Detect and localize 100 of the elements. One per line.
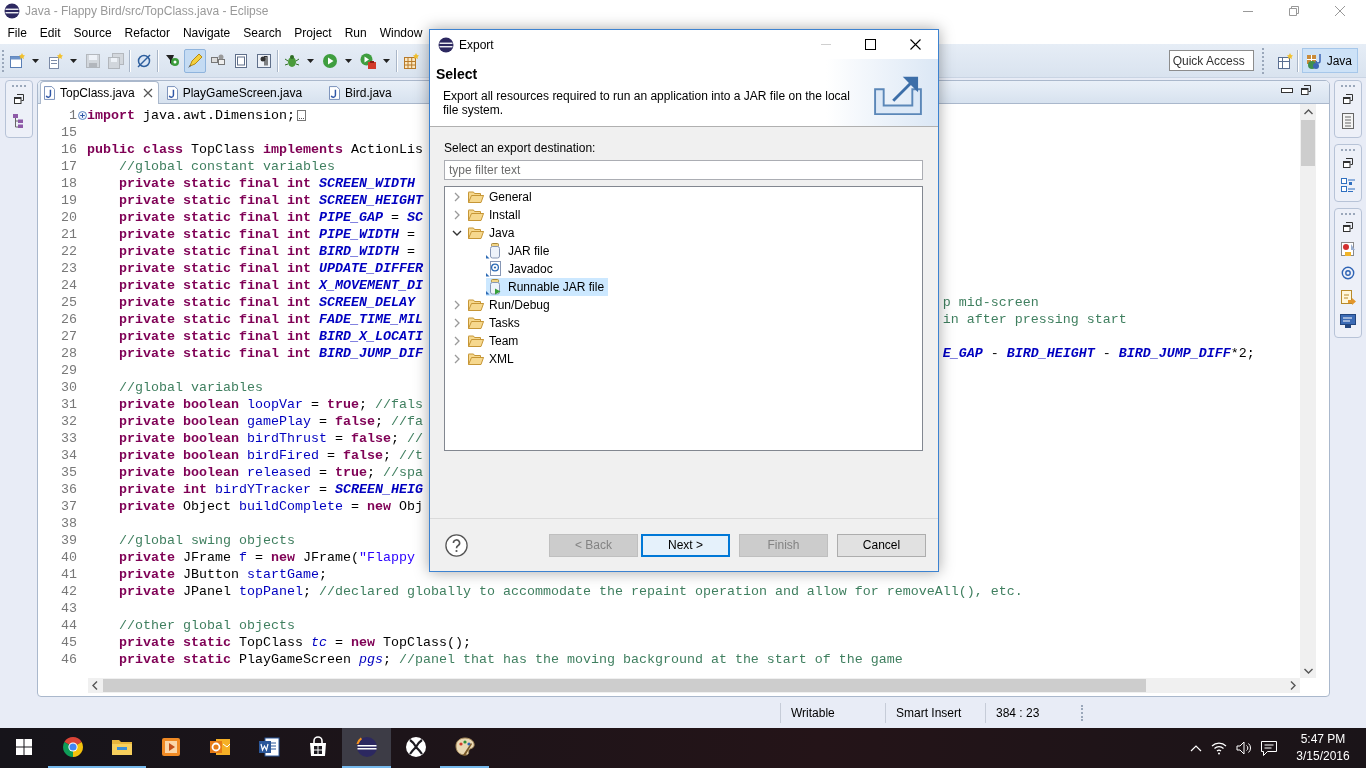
code-line: //global variables bbox=[119, 379, 263, 396]
expand-fold-icon[interactable] bbox=[77, 111, 87, 120]
squares-list-icon[interactable] bbox=[1340, 177, 1356, 193]
minimize-icon[interactable] bbox=[1281, 87, 1293, 93]
chevron-right-icon[interactable] bbox=[1290, 681, 1296, 690]
restore-icon[interactable] bbox=[1343, 158, 1353, 168]
menu-item[interactable]: Run bbox=[338, 24, 374, 42]
line-number: 22 bbox=[61, 244, 77, 259]
code-line: public class TopClass implements ActionLis bbox=[87, 141, 423, 158]
taskbar-button[interactable] bbox=[342, 728, 391, 768]
window-title: Java - Flappy Bird/src/TopClass.java - Eclipse bbox=[25, 4, 269, 18]
tree-item[interactable]: Team bbox=[468, 332, 523, 350]
code-line: private static TopClass tc = new TopClass(); bbox=[119, 634, 471, 651]
restore-icon[interactable] bbox=[1301, 85, 1311, 95]
close-icon bbox=[1335, 6, 1345, 16]
restore-icon[interactable] bbox=[13, 94, 24, 104]
menu-item[interactable]: File bbox=[1, 24, 34, 42]
folder-icon bbox=[468, 297, 484, 313]
clock-time[interactable]: 5:47 PM bbox=[1300, 731, 1346, 748]
chevron-left-icon[interactable] bbox=[92, 681, 98, 690]
code-line: private JFrame f = new JFrame("Flappy bbox=[119, 549, 415, 566]
menu-item[interactable]: Navigate bbox=[176, 24, 237, 42]
chevron-right-icon[interactable] bbox=[453, 336, 461, 346]
ring-page-icon bbox=[486, 261, 502, 277]
help-icon[interactable] bbox=[445, 533, 468, 557]
line-number: 35 bbox=[61, 465, 77, 480]
horizontal-scrollbar[interactable] bbox=[88, 678, 1300, 693]
close-icon[interactable] bbox=[142, 88, 153, 98]
figure-page-icon[interactable] bbox=[1340, 241, 1356, 257]
menu-item[interactable]: Refactor bbox=[118, 24, 177, 42]
code-line: private static final int BIRD_X_LOCATI bbox=[119, 328, 423, 345]
line-number: 42 bbox=[61, 584, 77, 599]
message-icon[interactable] bbox=[1261, 740, 1277, 756]
chevron-right-icon[interactable] bbox=[453, 300, 461, 310]
wizard-button[interactable]: Cancel bbox=[837, 533, 926, 557]
code-line: private static PlayGameScreen pgs; //panel that has the moving background at the start of the game bbox=[119, 651, 903, 668]
line-number: 32 bbox=[61, 414, 77, 429]
monitor-icon[interactable] bbox=[1340, 314, 1356, 329]
line-number: 27 bbox=[61, 329, 77, 344]
chevron-right-icon[interactable] bbox=[453, 210, 461, 220]
clock-date[interactable]: 3/15/2016 bbox=[1296, 748, 1350, 765]
tree-item[interactable]: Run/Debug bbox=[468, 296, 554, 314]
menu-item[interactable]: Search bbox=[236, 24, 288, 42]
file-icon bbox=[44, 86, 55, 100]
folded-code-icon[interactable] bbox=[296, 110, 306, 121]
minimize-icon bbox=[1243, 10, 1253, 12]
tree-item[interactable]: XML bbox=[468, 350, 518, 368]
scrollbar-thumb[interactable] bbox=[103, 679, 1146, 692]
status-text: 384 : 23 bbox=[996, 706, 1040, 720]
tree-item[interactable]: Runnable JAR file bbox=[486, 278, 609, 296]
line-number: 36 bbox=[61, 482, 77, 497]
perspective-button[interactable]: Java bbox=[1301, 48, 1358, 73]
code-line: in after pressing start bbox=[942, 311, 1127, 328]
menu-item[interactable]: Window bbox=[373, 24, 429, 42]
chevron-right-icon[interactable] bbox=[453, 318, 461, 328]
page-description: Export all resources required to run an application into a JAR file on the local file system. bbox=[443, 89, 851, 117]
ring-logo-icon bbox=[60, 735, 85, 759]
document-list-icon[interactable] bbox=[1341, 113, 1355, 129]
chevron-down-icon[interactable] bbox=[452, 229, 462, 237]
maximize-icon bbox=[865, 39, 876, 50]
code-line: private static final int X_MOVEMENT_DI bbox=[119, 277, 423, 294]
editor-tab[interactable]: PlayGameScreen.java bbox=[162, 81, 322, 103]
wifi-icon[interactable] bbox=[1211, 741, 1227, 755]
code-line: private boolean birdThrust = false; // bbox=[119, 430, 423, 447]
menu-item[interactable]: Source bbox=[67, 24, 119, 42]
folder-icon bbox=[468, 189, 484, 205]
line-number: 20 bbox=[61, 210, 77, 225]
play-circle-icon bbox=[322, 52, 338, 69]
restore-icon[interactable] bbox=[1343, 222, 1353, 232]
tree-item[interactable]: JAR file bbox=[486, 242, 554, 260]
dialog-title: Export bbox=[459, 37, 494, 52]
code-line: private static final int PIPE_WIDTH = bbox=[119, 226, 415, 243]
line-number: 46 bbox=[61, 652, 77, 667]
line-number: 21 bbox=[61, 227, 77, 242]
tree-item[interactable]: Tasks bbox=[468, 314, 524, 332]
restore-icon[interactable] bbox=[1343, 94, 1353, 104]
line-number: 38 bbox=[61, 516, 77, 531]
line-number: 17 bbox=[61, 159, 77, 174]
vertical-scrollbar[interactable] bbox=[1300, 104, 1316, 678]
folder-icon bbox=[468, 333, 484, 349]
page-title: Select bbox=[436, 66, 478, 82]
chevron-right-icon[interactable] bbox=[453, 354, 461, 364]
wizard-button[interactable]: Next > bbox=[641, 533, 730, 557]
scrollbar-thumb[interactable] bbox=[1301, 120, 1315, 166]
tree-item[interactable]: Install bbox=[468, 206, 525, 224]
menu-item[interactable]: Edit bbox=[33, 24, 68, 42]
filter-field[interactable]: type filter text bbox=[444, 160, 923, 180]
tree-item[interactable]: Javadoc bbox=[486, 260, 557, 278]
tree-item[interactable]: Java bbox=[468, 224, 519, 242]
target-icon[interactable] bbox=[1341, 266, 1355, 280]
menu-item[interactable]: Project bbox=[287, 24, 339, 42]
editor-tab[interactable]: TopClass.java bbox=[40, 81, 159, 104]
chevron-right-icon[interactable] bbox=[453, 192, 461, 202]
editor-tab[interactable]: Bird.java bbox=[325, 81, 411, 103]
quick-access-field[interactable]: Quick Access bbox=[1168, 50, 1254, 71]
tree-item[interactable]: General bbox=[468, 188, 536, 206]
volume-icon[interactable] bbox=[1236, 741, 1252, 755]
status-text: Writable bbox=[791, 706, 835, 720]
document-arrow-icon[interactable] bbox=[1340, 289, 1356, 305]
code-line: private static final int UPDATE_DIFFER bbox=[119, 260, 423, 277]
